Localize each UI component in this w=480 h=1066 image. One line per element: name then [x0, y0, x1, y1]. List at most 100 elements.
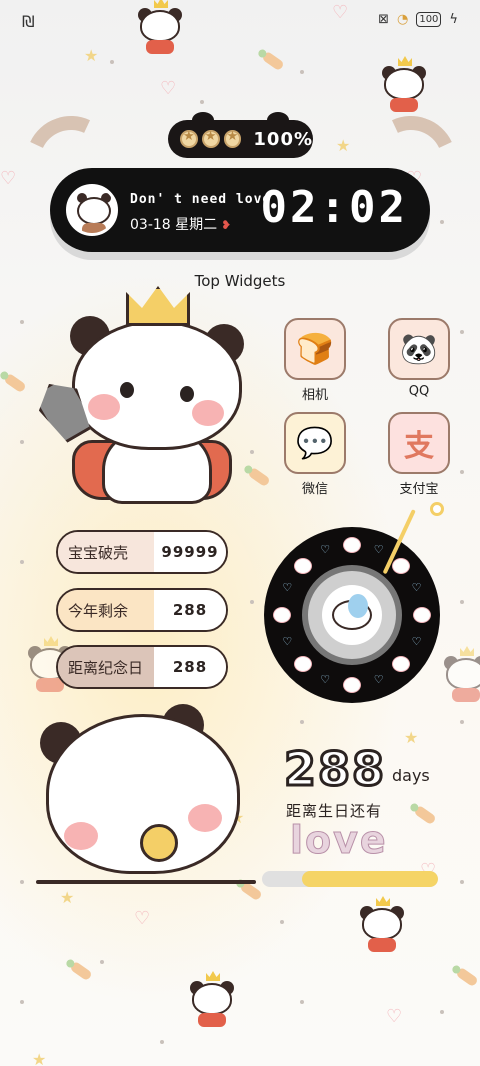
heart-icon: ♡ — [134, 908, 151, 929]
clock-quote: Don' t need love — [130, 192, 272, 207]
wallpaper-dot — [300, 70, 304, 74]
heart-icon: ♡ — [386, 1006, 403, 1027]
panda-sticker — [440, 646, 480, 702]
mini-panda-icon — [343, 537, 361, 553]
wallpaper-dot — [20, 560, 24, 564]
star-icon: ★ — [336, 136, 351, 155]
mini-panda-icon — [273, 607, 291, 623]
heart-icon: ♡ — [160, 78, 177, 99]
wallpaper-dot — [300, 1000, 304, 1004]
app-alipay[interactable]: 支 支付宝 — [388, 412, 450, 497]
app-label: 支付宝 — [399, 482, 439, 497]
heart-icon: ♡ — [411, 581, 422, 595]
clock-time: 02:02 — [260, 182, 408, 233]
clock-date: 03-18 星期二 — [130, 217, 218, 233]
battery-percent: 100% — [253, 128, 313, 150]
wallpaper-dot — [20, 440, 24, 444]
heart-icon: ♡ — [0, 168, 17, 189]
wallpaper-dot — [460, 470, 464, 474]
heart-icon: ♡ — [282, 581, 293, 595]
qq-icon: 🐼 — [388, 318, 450, 380]
alipay-icon: 支 — [388, 412, 450, 474]
section-title: Top Widgets — [194, 272, 286, 290]
app-wechat[interactable]: 💬 微信 — [284, 412, 346, 497]
stat-value: 288 — [154, 590, 226, 630]
stat-widget[interactable]: 距离纪念日 288 — [56, 645, 228, 689]
app-label: 相机 — [301, 388, 328, 403]
sim-off-icon: ⊠ — [378, 12, 389, 27]
clock-date-row: 03-18 星期二 ❥ — [130, 214, 231, 234]
star-icon: ★ — [60, 888, 75, 907]
app-label: 微信 — [301, 482, 328, 497]
mini-panda-icon — [392, 656, 411, 673]
wallpaper-dot — [460, 880, 464, 884]
wallpaper-dot — [110, 60, 114, 64]
battery-widget[interactable]: 100% — [168, 112, 313, 158]
heart-icon: ♡ — [320, 543, 331, 557]
app-label: QQ — [408, 384, 430, 399]
heart-icon: ♡ — [411, 634, 422, 648]
mini-panda-icon — [413, 607, 431, 623]
panda-sticker — [356, 896, 408, 952]
stat-widget[interactable]: 宝宝破壳 99999 — [56, 530, 228, 574]
status-bar: ₪ ⊠ ◔ 100 ϟ — [0, 10, 480, 34]
wallpaper-dot — [20, 320, 24, 324]
cookie-star-icon — [201, 129, 220, 148]
heart-icon: ♡ — [373, 543, 384, 557]
stat-label: 距离纪念日 — [58, 647, 154, 687]
record-disc — [302, 565, 402, 665]
wallpaper-dot — [100, 960, 104, 964]
battery-indicator: 100 — [416, 12, 442, 27]
music-record-widget[interactable]: ♡ ♡ ♡ ♡ ♡ ♡ ♡ ♡ — [264, 527, 440, 703]
mini-panda-icon — [343, 677, 361, 693]
panda-sticker — [378, 56, 430, 112]
mini-panda-icon — [293, 557, 312, 574]
stat-value: 288 — [154, 647, 226, 687]
mini-panda-icon — [392, 557, 411, 574]
wallpaper-dot — [460, 720, 464, 724]
countdown-days: 288 — [282, 741, 387, 798]
stat-widget[interactable]: 今年剩余 288 — [56, 588, 228, 632]
heart-icon: ♡ — [320, 672, 331, 686]
heart-icon: ❥ — [221, 218, 232, 232]
panda-sticker — [134, 0, 186, 54]
wallpaper-dot — [20, 880, 24, 884]
heart-icon: ♡ — [282, 634, 293, 648]
panda-sticker — [186, 971, 238, 1027]
panda-donut-illustration — [36, 700, 256, 890]
panda-king-illustration — [40, 286, 260, 510]
tonearm-head — [430, 502, 444, 516]
wallpaper-dot — [250, 600, 254, 604]
heart-icon: ♡ — [373, 672, 384, 686]
nfc-icon: ₪ — [22, 12, 35, 31]
wallpaper-dot — [440, 220, 444, 224]
wallpaper-dot — [160, 1040, 164, 1044]
stat-label: 今年剩余 — [58, 590, 154, 630]
star-icon: ★ — [84, 46, 99, 65]
app-camera[interactable]: 🍞 相机 — [284, 318, 346, 403]
wallpaper-dot — [20, 1000, 24, 1004]
cookie-star-icon — [180, 129, 198, 148]
bolt-icon: ϟ — [449, 12, 458, 27]
star-icon: ★ — [32, 1050, 47, 1066]
wechat-icon: 💬 — [284, 412, 346, 474]
app-qq[interactable]: 🐼 QQ — [388, 318, 450, 399]
camera-icon: 🍞 — [284, 318, 346, 380]
wallpaper-dot — [300, 720, 304, 724]
mini-panda-icon — [293, 656, 312, 673]
stat-value: 99999 — [154, 532, 226, 572]
wallpaper-dot — [460, 600, 464, 604]
cookie-star-icon — [223, 129, 242, 148]
wallpaper-dot — [280, 920, 284, 924]
clock-widget[interactable]: Don' t need love 03-18 星期二 ❥ 02:02 — [50, 168, 430, 252]
panda-avatar — [66, 184, 118, 236]
wifi-icon: ◔ — [396, 12, 409, 27]
star-icon: ★ — [404, 728, 419, 747]
wallpaper-dot — [440, 1010, 444, 1014]
countdown-progress — [262, 871, 438, 887]
wallpaper-dot — [460, 330, 464, 334]
wallpaper-dot — [200, 100, 204, 104]
record-label — [322, 585, 382, 645]
love-text: love — [290, 818, 388, 863]
stat-label: 宝宝破壳 — [58, 532, 154, 572]
